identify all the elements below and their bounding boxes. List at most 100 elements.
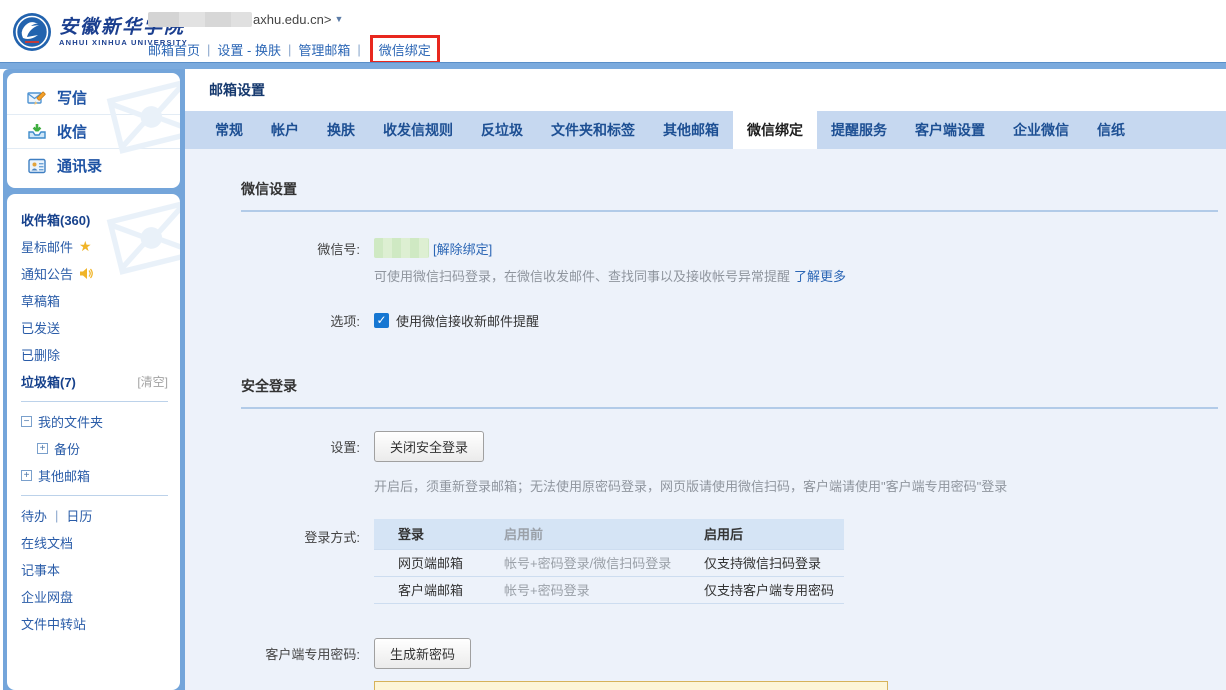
page-title: 邮箱设置: [209, 80, 265, 100]
table-row: 网页端邮箱 帐号+密码登录/微信扫码登录 仅支持微信扫码登录: [374, 549, 844, 576]
sidebar-item-receive[interactable]: 收信: [7, 114, 180, 148]
sidebar-item-my-folders[interactable]: − 我的文件夹: [21, 408, 168, 435]
security-section-title: 安全登录: [241, 376, 1218, 409]
tab-antispam[interactable]: 反垃圾: [467, 111, 537, 149]
tab-folders-labels[interactable]: 文件夹和标签: [537, 111, 649, 149]
sidebar-item-todo-calendar: 待办 | 日历: [21, 502, 168, 529]
expand-icon[interactable]: +: [21, 470, 32, 481]
nav-separator: |: [288, 42, 291, 57]
nav-separator: |: [207, 42, 210, 57]
sidebar-item-backup[interactable]: + 备份: [21, 435, 168, 462]
options-row: 选项: 使用微信接收新邮件提醒: [185, 311, 1226, 330]
generate-password-button[interactable]: 生成新密码: [374, 638, 471, 669]
wechat-notify-checkbox[interactable]: [374, 313, 389, 328]
sidebar-item-file-transfer[interactable]: 文件中转站: [21, 610, 168, 637]
my-folders-label: 我的文件夹: [38, 412, 103, 431]
chevron-down-icon[interactable]: ▼: [334, 14, 343, 24]
security-description-row: 开启后，须重新登录邮箱；无法使用原密码登录，网页版请使用微信扫码，客户端请使用"…: [185, 476, 1226, 495]
wechat-notify-label: 使用微信接收新邮件提醒: [396, 311, 539, 330]
sidebar-item-compose[interactable]: 写信: [7, 81, 180, 114]
wechat-description: 可使用微信扫码登录，在微信收发邮件、查找同事以及接收帐号异常提醒: [374, 266, 790, 285]
table-header-row: 登录 启用前 启用后: [374, 519, 844, 549]
sidebar-item-notepad[interactable]: 记事本: [21, 556, 168, 583]
account-email: axhu.edu.cn>: [253, 12, 331, 27]
unbind-link[interactable]: [解除绑定]: [433, 239, 492, 258]
settings-tabbar: 常规 帐户 换肤 收发信规则 反垃圾 文件夹和标签 其他邮箱 微信绑定 提醒服务…: [185, 111, 1226, 149]
tab-skin[interactable]: 换肤: [313, 111, 369, 149]
cell-client-after: 仅支持客户端专用密码: [704, 576, 844, 603]
sidebar-item-online-docs[interactable]: 在线文档: [21, 529, 168, 556]
redacted-wechat-id-block: [374, 238, 429, 258]
header-nav: 邮箱首页 | 设置 - 换肤 | 管理邮箱 | 微信绑定: [148, 35, 440, 64]
expand-icon[interactable]: +: [37, 443, 48, 454]
table-row: 客户端邮箱 帐号+密码登录 仅支持客户端专用密码: [374, 576, 844, 603]
tab-stationery[interactable]: 信纸: [1083, 111, 1139, 149]
sidebar-item-trash[interactable]: 垃圾箱(7) [清空]: [21, 368, 168, 395]
pipe-separator: |: [55, 508, 58, 523]
sidebar-item-starred[interactable]: 星标邮件 ★: [21, 233, 168, 260]
tab-other-mail[interactable]: 其他邮箱: [649, 111, 733, 149]
star-icon: ★: [79, 238, 92, 255]
learn-more-link[interactable]: 了解更多: [794, 266, 846, 285]
tab-enterprise-wechat[interactable]: 企业微信: [999, 111, 1083, 149]
online-docs-label: 在线文档: [21, 533, 73, 552]
tab-wechat-bind[interactable]: 微信绑定: [733, 111, 817, 149]
sidebar-item-enterprise-drive[interactable]: 企业网盘: [21, 583, 168, 610]
client-password-warning: 已开启微信安全登录，登录第三方客户端时，密码框需输入"客户端专用密码"进行验证: [374, 681, 888, 690]
sidebar-item-sent[interactable]: 已发送: [21, 314, 168, 341]
sidebar-divider: [21, 495, 168, 496]
warning-row: 已开启微信安全登录，登录第三方客户端时，密码框需输入"客户端专用密码"进行验证: [185, 681, 1226, 690]
login-methods-label: 登录方式:: [185, 527, 360, 546]
compose-icon: [27, 88, 47, 108]
tab-client-settings[interactable]: 客户端设置: [901, 111, 999, 149]
enterprise-drive-label: 企业网盘: [21, 587, 73, 606]
sidebar-item-drafts[interactable]: 草稿箱: [21, 287, 168, 314]
trash-clear-link[interactable]: [清空]: [137, 373, 168, 390]
sidebar-item-contacts[interactable]: 通讯录: [7, 148, 180, 182]
login-methods-row: 登录方式: 登录 启用前 启用后 网页端邮箱: [185, 519, 1226, 604]
page-header: 安徽新华学院 ANHUI XINHUA UNIVERSITY axhu.edu.…: [0, 0, 1226, 62]
sidebar: ✉ 写信 收信: [3, 69, 185, 690]
tab-general[interactable]: 常规: [201, 111, 257, 149]
sidebar-divider: [21, 401, 168, 402]
speaker-icon: [79, 267, 93, 280]
calendar-link[interactable]: 日历: [66, 506, 92, 525]
deleted-label: 已删除: [21, 345, 60, 364]
nav-mail-home[interactable]: 邮箱首页: [148, 40, 200, 59]
wechat-id-label: 微信号:: [185, 239, 360, 258]
nav-settings-skin[interactable]: 设置 - 换肤: [217, 40, 281, 59]
tab-mail-rules[interactable]: 收发信规则: [369, 111, 467, 149]
client-password-label: 客户端专用密码:: [185, 644, 360, 663]
nav-manage-mail[interactable]: 管理邮箱: [298, 40, 350, 59]
todo-link[interactable]: 待办: [21, 506, 47, 525]
collapse-icon[interactable]: −: [21, 416, 32, 427]
account-area: axhu.edu.cn> ▼ 邮箱首页 | 设置 - 换肤 | 管理邮箱 | 微…: [148, 9, 440, 64]
sidebar-item-inbox[interactable]: 收件箱(360): [21, 206, 168, 233]
sidebar-item-announcements[interactable]: 通知公告: [21, 260, 168, 287]
account-dropdown[interactable]: axhu.edu.cn> ▼: [148, 9, 440, 29]
nav-wechat-bind[interactable]: 微信绑定: [379, 43, 431, 58]
tab-reminder-service[interactable]: 提醒服务: [817, 111, 901, 149]
tab-account[interactable]: 帐户: [257, 111, 313, 149]
options-label: 选项:: [185, 311, 360, 330]
contacts-icon: [27, 156, 47, 176]
col-before-enable: 启用前: [504, 519, 704, 549]
main-panel: 邮箱设置 常规 帐户 换肤 收发信规则 反垃圾 文件夹和标签 其他邮箱 微信绑定…: [185, 69, 1226, 690]
wechat-section-title: 微信设置: [241, 179, 1218, 212]
cell-client-mail: 客户端邮箱: [374, 576, 504, 603]
receive-label: 收信: [57, 121, 87, 142]
sidebar-folders-box: ✉ 收件箱(360) 星标邮件 ★ 通知公告 草稿箱 已发送: [7, 194, 180, 690]
sidebar-item-other-mail[interactable]: + 其他邮箱: [21, 462, 168, 489]
cell-client-before: 帐号+密码登录: [504, 576, 704, 603]
announcements-label: 通知公告: [21, 264, 73, 283]
close-secure-login-button[interactable]: 关闭安全登录: [374, 431, 484, 462]
university-emblem-icon: [12, 12, 52, 52]
wechat-id-row: 微信号: [解除绑定]: [185, 238, 1226, 258]
security-settings-label: 设置:: [185, 437, 360, 456]
col-login: 登录: [374, 519, 504, 549]
sidebar-item-deleted[interactable]: 已删除: [21, 341, 168, 368]
compose-label: 写信: [57, 87, 87, 108]
contacts-label: 通讯录: [57, 155, 102, 176]
login-methods-table: 登录 启用前 启用后 网页端邮箱 帐号+密码登录/微信扫码登录 仅支持微信扫码登…: [374, 519, 844, 604]
other-mail-label: 其他邮箱: [38, 466, 90, 485]
